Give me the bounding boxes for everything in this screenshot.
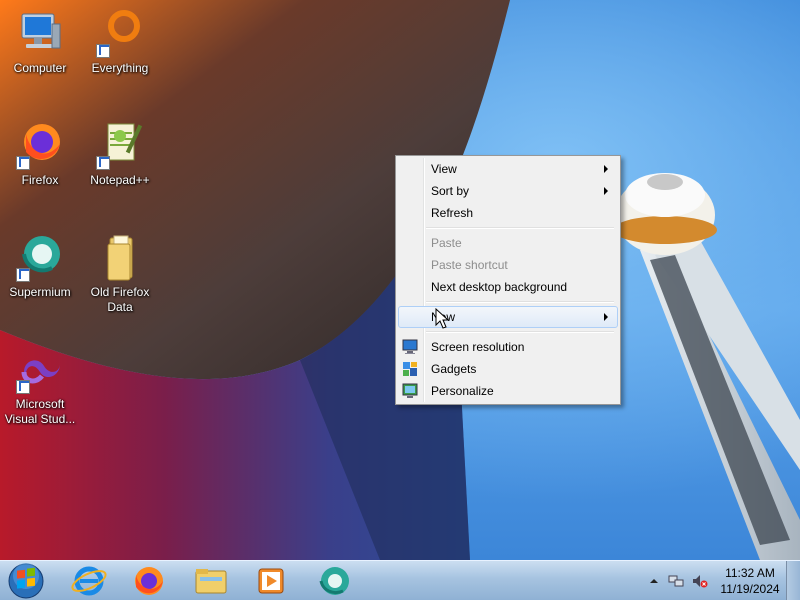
network-icon[interactable] (668, 574, 684, 588)
folder-icon (96, 234, 144, 282)
desktop-icon-firefox[interactable]: Firefox (1, 122, 79, 188)
menu-item-label: Paste shortcut (431, 258, 508, 272)
menu-item-label: Screen resolution (431, 340, 525, 354)
visual-studio-icon (16, 346, 64, 394)
desktop-icon-label: Microsoft Visual Stud... (4, 397, 76, 426)
file-explorer-icon (195, 569, 227, 594)
menu-item-personalize[interactable]: Personalize (398, 380, 618, 402)
desktop-icon-label: Old Firefox Data (90, 285, 150, 314)
menu-item-next-desktop-background[interactable]: Next desktop background (398, 276, 618, 298)
menu-item-label: Next desktop background (431, 280, 568, 294)
desktop-icon-label: Everything (91, 61, 149, 75)
show-desktop-button[interactable] (786, 561, 800, 600)
submenu-arrow-icon (604, 313, 608, 321)
taskbar: 11:32 AM 11/19/2024 (0, 560, 800, 600)
menu-item-label: Refresh (431, 206, 474, 220)
menu-item-label: Sort by (431, 184, 470, 198)
clock-date[interactable]: 11/19/2024 (712, 582, 788, 596)
firefox-icon (135, 567, 163, 595)
mouse-cursor-icon (435, 308, 449, 329)
desktop-icon-label: Computer (13, 61, 67, 75)
desktop-icon-computer[interactable]: Computer (1, 10, 79, 76)
taskbar-supermium[interactable] (310, 563, 360, 599)
desktop-icon-visual-studio[interactable]: Microsoft Visual Stud... (1, 346, 79, 427)
shortcut-arrow-icon (16, 380, 30, 394)
menu-item-new[interactable]: New (398, 306, 618, 328)
clock-time[interactable]: 11:32 AM (712, 566, 788, 580)
menu-item-label: Personalize (431, 384, 494, 398)
menu-item-refresh[interactable]: Refresh (398, 202, 618, 224)
show-hidden-icons-chevron-up-icon[interactable] (646, 574, 662, 588)
desktop-icon-label: Supermium (9, 285, 71, 299)
taskbar-file-explorer[interactable] (186, 563, 236, 599)
shortcut-arrow-icon (96, 44, 110, 58)
taskbar-media-player[interactable] (246, 563, 296, 599)
menu-separator (426, 331, 614, 333)
desktop-icon-label: Notepad++ (90, 173, 150, 187)
taskbar-internet-explorer[interactable] (64, 563, 114, 599)
personalize-icon (402, 383, 418, 398)
menu-item-gadgets[interactable]: Gadgets (398, 358, 618, 380)
media-player-icon (258, 568, 284, 594)
menu-item-label: Paste (431, 236, 462, 250)
menu-separator (426, 227, 614, 229)
computer-icon (16, 10, 64, 58)
desktop-icon-everything[interactable]: Everything (81, 10, 159, 76)
menu-separator (426, 301, 614, 303)
desktop-icon-label: Firefox (21, 173, 59, 187)
menu-item-paste[interactable]: Paste (398, 232, 618, 254)
submenu-arrow-icon (604, 187, 608, 195)
windows-orb-icon (8, 563, 44, 599)
supermium-icon (319, 567, 349, 595)
desktop-icon-old-firefox-data[interactable]: Old Firefox Data (81, 234, 159, 315)
desktop-icon-supermium[interactable]: Supermium (1, 234, 79, 300)
notepad-plus-plus-icon (96, 122, 144, 170)
desktop-icon-notepad-plus-plus[interactable]: Notepad++ (81, 122, 159, 188)
volume-muted-icon[interactable] (692, 574, 708, 588)
submenu-arrow-icon (604, 165, 608, 173)
supermium-icon (16, 234, 64, 282)
everything-search-icon (96, 10, 144, 58)
taskbar-firefox[interactable] (124, 563, 174, 599)
menu-item-view[interactable]: View (398, 158, 618, 180)
internet-explorer-icon (71, 566, 107, 596)
menu-item-label: Gadgets (431, 362, 477, 376)
shortcut-arrow-icon (96, 156, 110, 170)
menu-item-screen-resolution[interactable]: Screen resolution (398, 336, 618, 358)
menu-item-paste-shortcut[interactable]: Paste shortcut (398, 254, 618, 276)
start-button[interactable] (4, 562, 48, 600)
menu-item-label: View (431, 162, 457, 176)
shortcut-arrow-icon (16, 268, 30, 282)
monitor-icon (402, 339, 418, 354)
gadgets-icon (403, 362, 417, 376)
desktop-context-menu: View Sort by Refresh Paste Paste shortcu… (395, 155, 621, 405)
firefox-icon (16, 122, 64, 170)
shortcut-arrow-icon (16, 156, 30, 170)
menu-item-sort-by[interactable]: Sort by (398, 180, 618, 202)
